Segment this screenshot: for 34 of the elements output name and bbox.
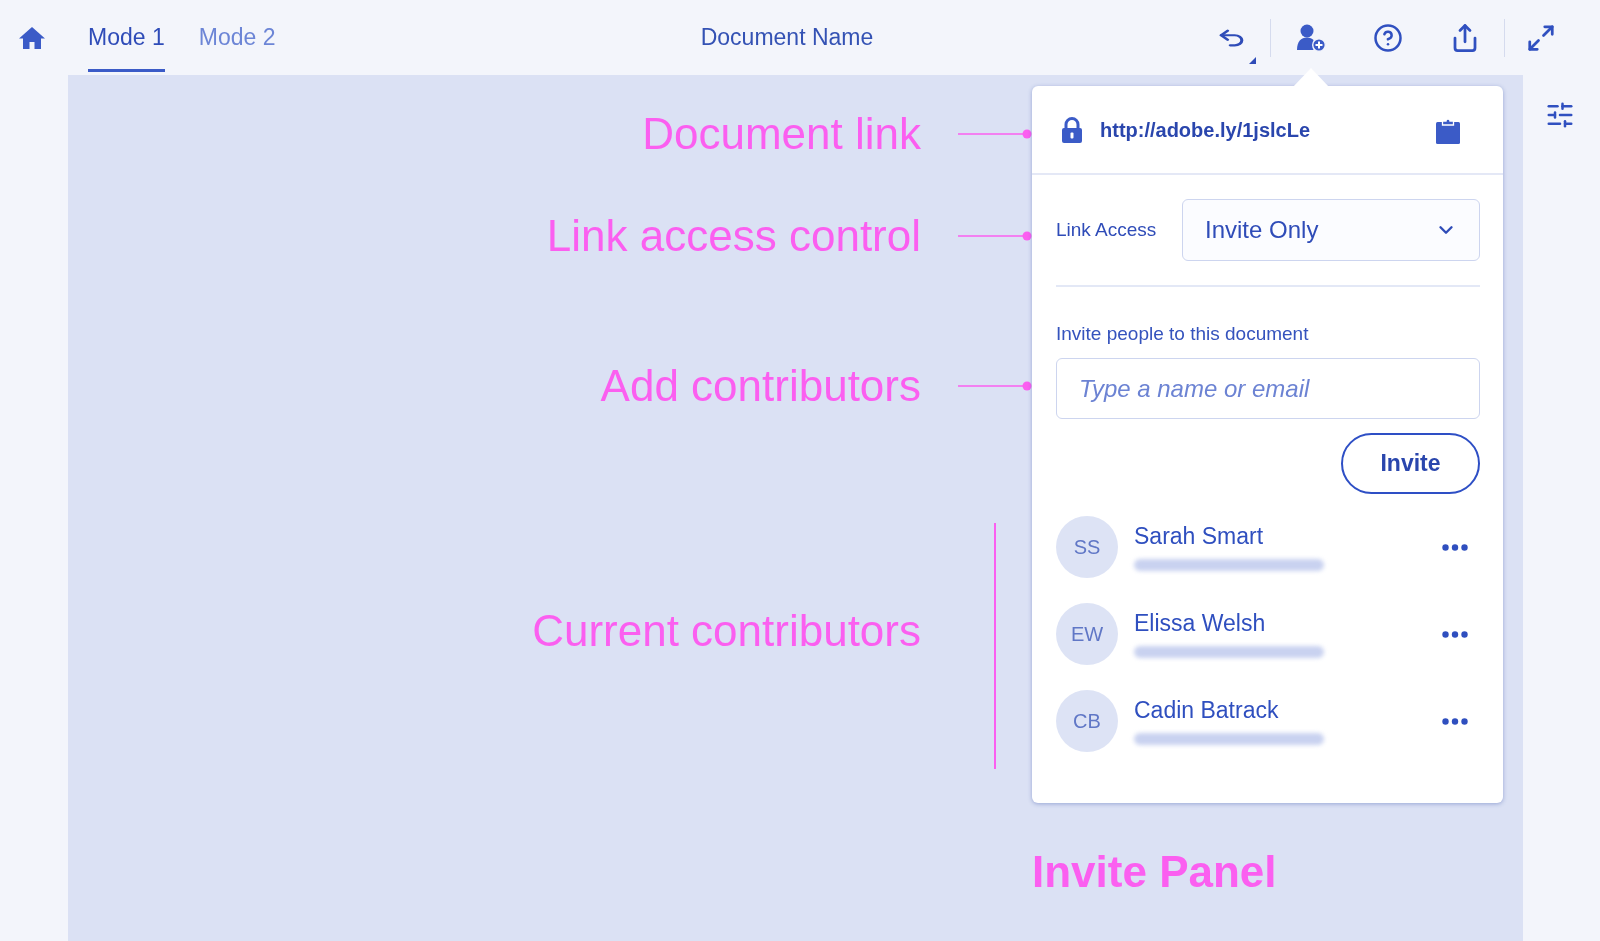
lock-icon	[1061, 116, 1083, 143]
invite-field[interactable]: Type a name or email	[1056, 358, 1480, 419]
contributor-name: Elissa Welsh	[1134, 610, 1267, 636]
corner-triangle-icon	[1249, 56, 1256, 64]
invite-heading: Invite people to this document	[1056, 323, 1310, 345]
avatar-initials: CB	[1056, 690, 1118, 752]
mode-tab[interactable]: Mode 1	[88, 0, 165, 72]
sliders-icon	[1545, 100, 1575, 130]
contributor-name: Cadin Batrack	[1134, 697, 1280, 723]
annotation-label: Document link	[642, 110, 921, 158]
panel-caption: Invite Panel	[1032, 850, 1278, 894]
annotation-label: Link access control	[546, 212, 921, 260]
settings-sliders-button[interactable]	[1545, 100, 1575, 130]
document-link[interactable]: http://adobe.ly/1jslcLe	[1100, 114, 1311, 145]
document-title: Document Name	[700, 23, 874, 53]
home-icon	[18, 25, 46, 50]
expand-button[interactable]	[1526, 22, 1556, 53]
ellipsis-icon	[1442, 543, 1468, 551]
help-button[interactable]	[1373, 22, 1403, 53]
link-access-select[interactable]: Invite Only	[1182, 199, 1480, 261]
invite-button[interactable]: Invite	[1341, 433, 1480, 494]
add-person-button[interactable]	[1296, 23, 1326, 52]
avatar-initials: EW	[1056, 603, 1118, 665]
annotation-label: Current contributors	[532, 607, 921, 655]
ellipsis-icon	[1442, 717, 1468, 725]
avatar-initials: SS	[1056, 516, 1118, 578]
expand-icon	[1526, 22, 1556, 53]
ellipsis-icon	[1442, 630, 1468, 638]
annotation-label: Add contributors	[600, 362, 921, 410]
add-person-icon	[1296, 23, 1326, 52]
help-icon	[1373, 22, 1403, 53]
home-button[interactable]	[18, 24, 46, 51]
link-access-label: Link Access	[1056, 217, 1157, 242]
contributor-name: Sarah Smart	[1134, 523, 1265, 549]
